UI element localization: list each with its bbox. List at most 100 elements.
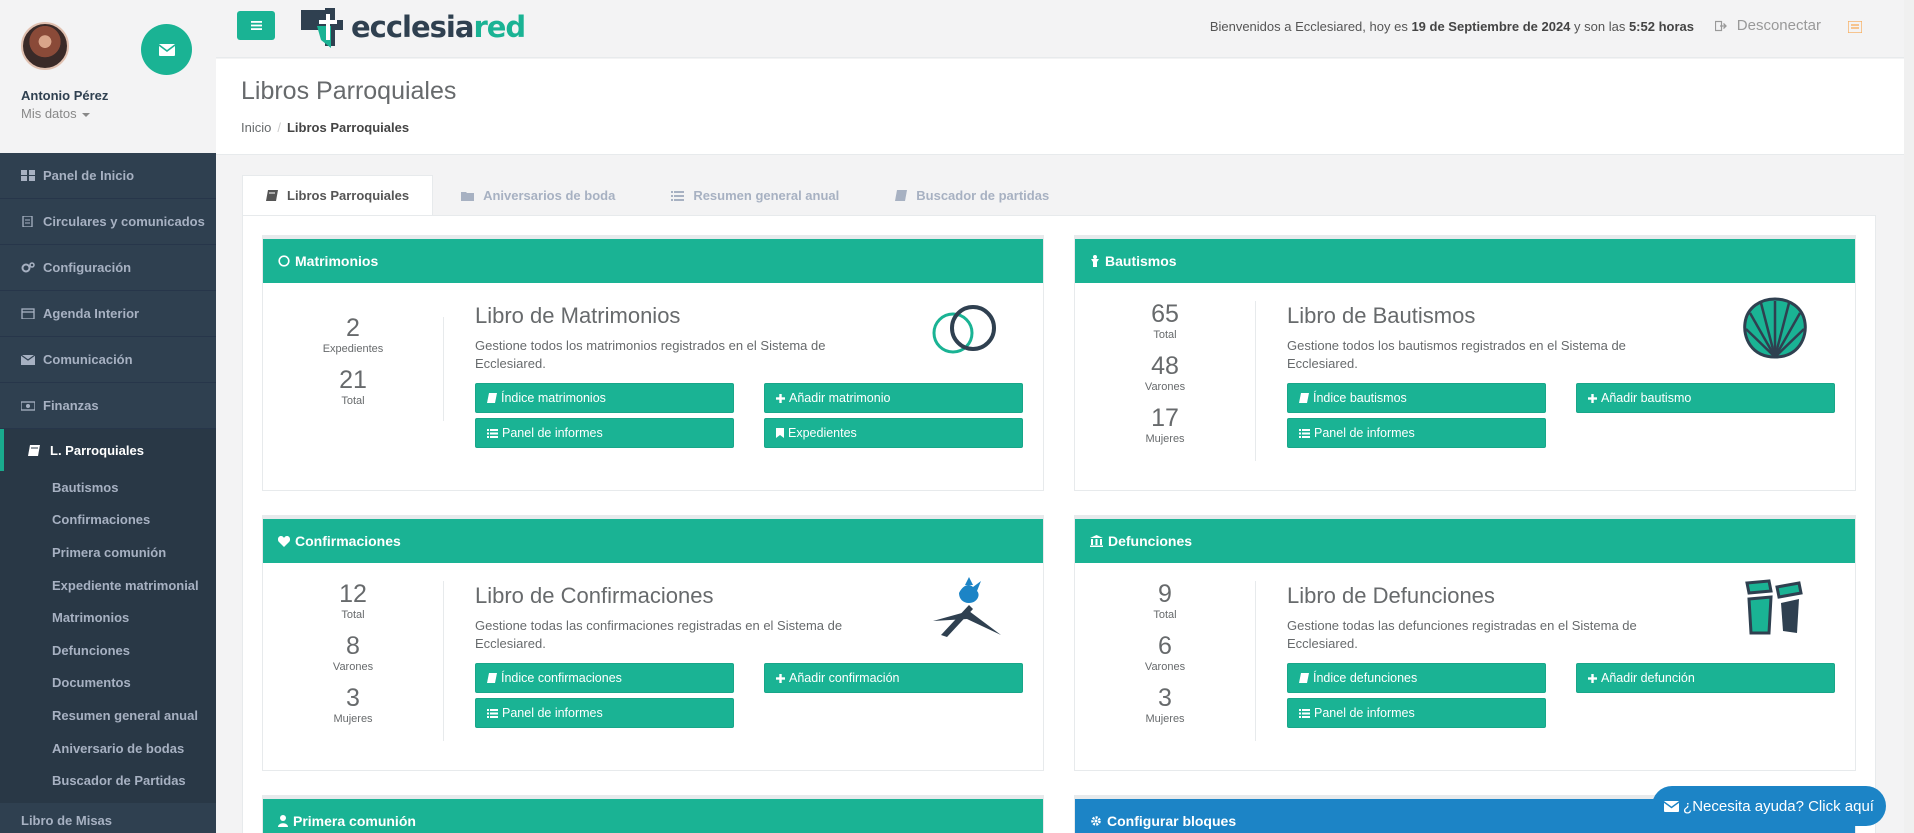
stat-item: 65 Total [1075, 299, 1255, 341]
sidebar-item-libro-misas[interactable]: Libro de Misas [0, 803, 216, 833]
stat-value: 3 [346, 684, 360, 712]
panel-header: Primera comunión [263, 799, 1043, 833]
sidebar-item-configuracion[interactable]: Configuración [0, 245, 216, 291]
add-confirmacion-button[interactable]: Añadir confirmación [764, 663, 1023, 693]
stat-value: 48 [1151, 352, 1179, 380]
tombstones-icon [1745, 579, 1803, 635]
stat-label: Total [1153, 609, 1177, 621]
stat-value: 3 [1158, 684, 1172, 712]
add-defuncion-button[interactable]: Añadir defunción [1576, 663, 1835, 693]
divider [1255, 581, 1256, 741]
sidebar-item-panel-inicio[interactable]: Panel de Inicio [0, 153, 216, 199]
plus-icon [776, 673, 785, 683]
profile-sub-label: Mis datos [21, 106, 77, 121]
panel-title: Matrimonios [295, 253, 379, 269]
list-icon [487, 708, 498, 718]
book-title: Libro de Defunciones [1287, 583, 1495, 608]
panel-confirmaciones: Confirmaciones 12 Total 8 Varones 3 Mujeres… [262, 515, 1044, 771]
book-description: Gestione todos los matrimonios registrad… [475, 338, 826, 371]
subnav-documentos[interactable]: Documentos [0, 667, 216, 700]
folder-icon [461, 191, 475, 201]
tasks-icon[interactable] [1847, 20, 1863, 38]
button-label: Índice matrimonios [501, 391, 606, 405]
stat-item: 3 Mujeres [1075, 683, 1255, 725]
logout-link[interactable]: Desconectar [1714, 17, 1821, 34]
reports-matrimonios-button[interactable]: Panel de informes [475, 418, 734, 448]
sidebar-item-circulares[interactable]: Circulares y comunicados [0, 199, 216, 245]
stat-value: 65 [1151, 300, 1179, 328]
breadcrumb-home[interactable]: Inicio [241, 120, 271, 135]
subnav-primera-comunion[interactable]: Primera comunión [0, 536, 216, 569]
circle-o-icon [278, 255, 290, 267]
help-button[interactable]: ¿Necesita ayuda? Click aquí [1652, 786, 1886, 826]
book-icon [266, 190, 278, 201]
profile-block: Antonio Pérez Mis datos [0, 0, 216, 153]
button-label: Índice defunciones [1313, 671, 1418, 685]
sidebar-item-comunicacion[interactable]: Comunicación [0, 337, 216, 383]
index-defunciones-button[interactable]: Índice defunciones [1287, 663, 1546, 693]
subnav-expediente-matrimonial[interactable]: Expediente matrimonial [0, 569, 216, 602]
logo-text: ecclesiared [351, 10, 526, 44]
ecclesiared-logo[interactable]: ecclesiared [295, 6, 526, 48]
sidebar-item-libros-parroquiales[interactable]: L. Parroquiales [0, 429, 216, 471]
sidebar-item-agenda[interactable]: Agenda Interior [0, 291, 216, 337]
add-bautismo-button[interactable]: Añadir bautismo [1576, 383, 1835, 413]
page-scrollbar[interactable] [1904, 0, 1914, 833]
book-description: Gestione todos los bautismos registrados… [1287, 338, 1626, 371]
expedientes-button[interactable]: Expedientes [764, 418, 1023, 448]
tabs: Libros Parroquiales Aniversarios de boda… [242, 175, 1077, 216]
envelope-icon [158, 43, 175, 56]
book-title: Libro de Confirmaciones [475, 583, 714, 608]
breadcrumb-separator: / [277, 120, 281, 135]
book-icon [28, 444, 40, 456]
tab-buscador-partidas[interactable]: Buscador de partidas [867, 175, 1077, 216]
gears-icon [21, 262, 35, 273]
stat-item: 48 Varones [1075, 351, 1255, 393]
book-title: Libro de Matrimonios [475, 303, 681, 328]
tab-aniversarios-boda[interactable]: Aniversarios de boda [433, 175, 643, 216]
reports-defunciones-button[interactable]: Panel de informes [1287, 698, 1546, 728]
panel-title: Bautismos [1105, 253, 1177, 269]
subnav-bautismos[interactable]: Bautismos [0, 471, 216, 504]
index-confirmaciones-button[interactable]: Índice confirmaciones [475, 663, 734, 693]
index-matrimonios-button[interactable]: Índice matrimonios [475, 383, 734, 413]
logo-mark-icon [301, 8, 343, 48]
subnav-confirmaciones[interactable]: Confirmaciones [0, 504, 216, 537]
welcome-pre: Bienvenidos a Ecclesiared, hoy es [1209, 19, 1412, 34]
tab-label: Buscador de partidas [916, 188, 1050, 203]
stats-column: 65 Total 48 Varones 17 Mujeres [1075, 299, 1255, 451]
stat-value: 6 [1158, 632, 1172, 660]
reports-confirmaciones-button[interactable]: Panel de informes [475, 698, 734, 728]
stat-value: 21 [339, 366, 367, 394]
divider [443, 317, 444, 421]
stat-label: Varones [1144, 381, 1186, 393]
panel-header: Matrimonios [263, 239, 1043, 283]
subnav-matrimonios[interactable]: Matrimonios [0, 601, 216, 634]
tab-libros-parroquiales[interactable]: Libros Parroquiales [242, 175, 434, 216]
stat-value: 17 [1151, 404, 1179, 432]
stats-column: 2 Expedientes 21 Total [263, 313, 443, 413]
sidebar-item-label: Finanzas [43, 398, 99, 413]
subnav-defunciones[interactable]: Defunciones [0, 634, 216, 667]
subnav-resumen-general-anual[interactable]: Resumen general anual [0, 699, 216, 732]
plus-icon [776, 393, 785, 403]
subnav-aniversario-bodas[interactable]: Aniversario de bodas [0, 732, 216, 765]
stat-label: Varones [1144, 661, 1186, 673]
avatar[interactable] [21, 22, 69, 70]
bars-icon [250, 21, 262, 30]
sidebar-item-finanzas[interactable]: Finanzas [0, 383, 216, 429]
list-icon [671, 190, 685, 201]
add-matrimonio-button[interactable]: Añadir matrimonio [764, 383, 1023, 413]
logo-text-accent: red [473, 10, 526, 44]
tab-resumen-general-anual[interactable]: Resumen general anual [643, 175, 867, 216]
welcome-mid: y son las [1570, 19, 1629, 34]
book-icon [895, 190, 908, 201]
index-bautismos-button[interactable]: Índice bautismos [1287, 383, 1546, 413]
menu-toggle-button[interactable] [237, 11, 275, 40]
reports-bautismos-button[interactable]: Panel de informes [1287, 418, 1546, 448]
logo-text-main: ecclesia [351, 10, 474, 44]
subnav-buscador-partidas[interactable]: Buscador de Partidas [0, 764, 216, 797]
panel-header: Confirmaciones [263, 519, 1043, 563]
profile-menu-toggle[interactable]: Mis datos [21, 106, 216, 121]
messages-button[interactable] [141, 24, 192, 75]
